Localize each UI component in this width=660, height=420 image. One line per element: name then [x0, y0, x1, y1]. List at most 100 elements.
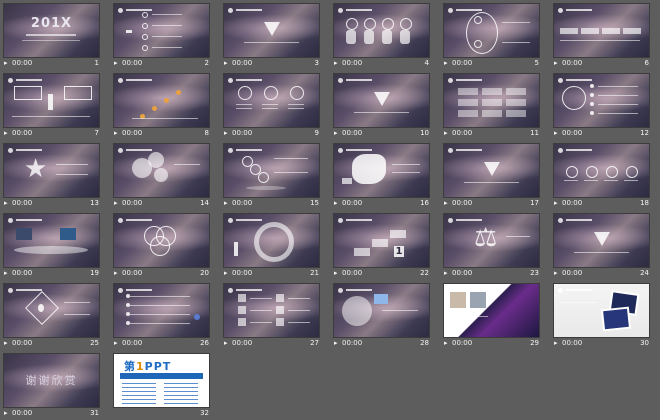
play-icon[interactable]: ▸: [224, 58, 228, 68]
slide-preview[interactable]: [114, 144, 209, 197]
slide-thumbnail[interactable]: ▸ 00:00 29: [440, 280, 550, 350]
play-icon[interactable]: ▸: [224, 128, 228, 138]
play-icon[interactable]: ▸: [114, 58, 118, 68]
slide-thumbnail[interactable]: ▸ 00:00 19: [0, 210, 110, 280]
slide-number: 25: [90, 339, 99, 347]
slide-preview[interactable]: 谢谢欣赏: [4, 354, 99, 407]
play-icon[interactable]: ▸: [224, 198, 228, 208]
slide-preview[interactable]: [334, 144, 429, 197]
play-icon[interactable]: ▸: [4, 408, 8, 418]
slide-thumbnail[interactable]: ★ ▸ 00:00 13: [0, 140, 110, 210]
slide-preview[interactable]: 第1PPT: [114, 354, 209, 407]
play-icon[interactable]: ▸: [334, 128, 338, 138]
slide-thumbnail[interactable]: 1 ▸ 00:00 22: [330, 210, 440, 280]
play-icon[interactable]: ▸: [334, 198, 338, 208]
slide-thumbnail[interactable]: ▸ 00:00 4: [330, 0, 440, 70]
play-icon[interactable]: ▸: [554, 198, 558, 208]
slide-thumbnail[interactable]: ▸ 00:00 17: [440, 140, 550, 210]
slide-preview[interactable]: [224, 284, 319, 337]
play-icon[interactable]: ▸: [554, 338, 558, 348]
slide-thumbnail[interactable]: 201X ▸ 00:00 1: [0, 0, 110, 70]
slide-preview[interactable]: [4, 284, 99, 337]
slide-preview[interactable]: [224, 74, 319, 127]
slide-preview[interactable]: [444, 284, 539, 337]
play-icon[interactable]: ▸: [114, 268, 118, 278]
slide-thumbnail[interactable]: ▸ 00:00 27: [220, 280, 330, 350]
slide-thumbnail[interactable]: ▸ 00:00 2: [110, 0, 220, 70]
slide-preview[interactable]: [114, 214, 209, 267]
slide-preview[interactable]: [334, 74, 429, 127]
play-icon[interactable]: ▸: [334, 338, 338, 348]
play-icon[interactable]: ▸: [334, 268, 338, 278]
slide-thumbnail[interactable]: ▸ 00:00 30: [550, 280, 660, 350]
slide-thumbnail[interactable]: ▸ 00:00 21: [220, 210, 330, 280]
slide-thumbnail[interactable]: ▸ 00:00 18: [550, 140, 660, 210]
play-icon[interactable]: ▸: [224, 338, 228, 348]
play-icon[interactable]: ▸: [4, 58, 8, 68]
slide-preview[interactable]: [554, 284, 649, 337]
slide-number: 5: [534, 59, 539, 67]
play-icon[interactable]: ▸: [4, 128, 8, 138]
play-icon[interactable]: ▸: [444, 198, 448, 208]
slide-preview[interactable]: [114, 284, 209, 337]
slide-thumbnail[interactable]: ▸ 00:00 14: [110, 140, 220, 210]
slide-preview[interactable]: [334, 284, 429, 337]
play-icon[interactable]: ▸: [444, 128, 448, 138]
slide-thumbnail[interactable]: ▸ 00:00 24: [550, 210, 660, 280]
play-icon[interactable]: ▸: [114, 338, 118, 348]
slide-preview[interactable]: [444, 74, 539, 127]
play-icon[interactable]: ▸: [114, 128, 118, 138]
slide-thumbnail[interactable]: ▸ 00:00 9: [220, 70, 330, 140]
slide-preview[interactable]: [334, 4, 429, 57]
play-icon[interactable]: ▸: [4, 338, 8, 348]
play-icon[interactable]: ▸: [554, 58, 558, 68]
timeline-dot-icon: [126, 312, 130, 316]
slide-preview[interactable]: [554, 214, 649, 267]
slide-preview[interactable]: [114, 4, 209, 57]
play-icon[interactable]: ▸: [224, 268, 228, 278]
slide-thumbnail[interactable]: ▸ 00:00 15: [220, 140, 330, 210]
play-icon[interactable]: ▸: [334, 58, 338, 68]
play-icon[interactable]: ▸: [4, 268, 8, 278]
slide-preview[interactable]: [4, 214, 99, 267]
slide-thumbnail[interactable]: ▸ 00:00 11: [440, 70, 550, 140]
play-icon[interactable]: ▸: [444, 338, 448, 348]
slide-preview[interactable]: [224, 144, 319, 197]
slide-thumbnail[interactable]: ▸ 00:00 7: [0, 70, 110, 140]
slide-thumbnail[interactable]: ▸ 00:00 20: [110, 210, 220, 280]
slide-preview[interactable]: [114, 74, 209, 127]
slide-thumbnail[interactable]: ▸ 00:00 8: [110, 70, 220, 140]
play-icon[interactable]: ▸: [554, 128, 558, 138]
slide-thumbnail[interactable]: 谢谢欣赏 ▸ 00:00 31: [0, 350, 110, 420]
slide-thumbnail[interactable]: ▸ 00:00 26: [110, 280, 220, 350]
slide-preview[interactable]: [4, 74, 99, 127]
slide-preview[interactable]: [444, 4, 539, 57]
slide-preview[interactable]: [554, 4, 649, 57]
slide-thumbnail[interactable]: ⚖ ▸ 00:00 23: [440, 210, 550, 280]
play-icon[interactable]: ▸: [444, 58, 448, 68]
slide-thumbnail[interactable]: ▸ 00:00 3: [220, 0, 330, 70]
play-icon[interactable]: ▸: [444, 268, 448, 278]
slide-footer: ▸ 00:00 24: [554, 268, 649, 278]
play-icon[interactable]: ▸: [114, 198, 118, 208]
play-icon[interactable]: ▸: [554, 268, 558, 278]
slide-preview[interactable]: 201X: [4, 4, 99, 57]
slide-thumbnail[interactable]: ▸ 00:00 12: [550, 70, 660, 140]
slide-preview[interactable]: [554, 144, 649, 197]
slide-thumbnail[interactable]: ▸ 00:00 16: [330, 140, 440, 210]
slide-thumbnail[interactable]: ▸ 00:00 28: [330, 280, 440, 350]
slide-preview[interactable]: [554, 74, 649, 127]
slide-thumbnail[interactable]: ▸ 00:00 25: [0, 280, 110, 350]
slide-preview[interactable]: ★: [4, 144, 99, 197]
slide-preview[interactable]: [224, 214, 319, 267]
radial-bullet-icon: [590, 84, 594, 88]
slide-thumbnail[interactable]: ▸ 00:00 6: [550, 0, 660, 70]
play-icon[interactable]: ▸: [4, 198, 8, 208]
slide-preview[interactable]: ⚖: [444, 214, 539, 267]
slide-preview[interactable]: [444, 144, 539, 197]
slide-preview[interactable]: [224, 4, 319, 57]
slide-thumbnail[interactable]: 第1PPT 32: [110, 350, 220, 420]
slide-thumbnail[interactable]: ▸ 00:00 10: [330, 70, 440, 140]
slide-preview[interactable]: 1: [334, 214, 429, 267]
slide-thumbnail[interactable]: ▸ 00:00 5: [440, 0, 550, 70]
